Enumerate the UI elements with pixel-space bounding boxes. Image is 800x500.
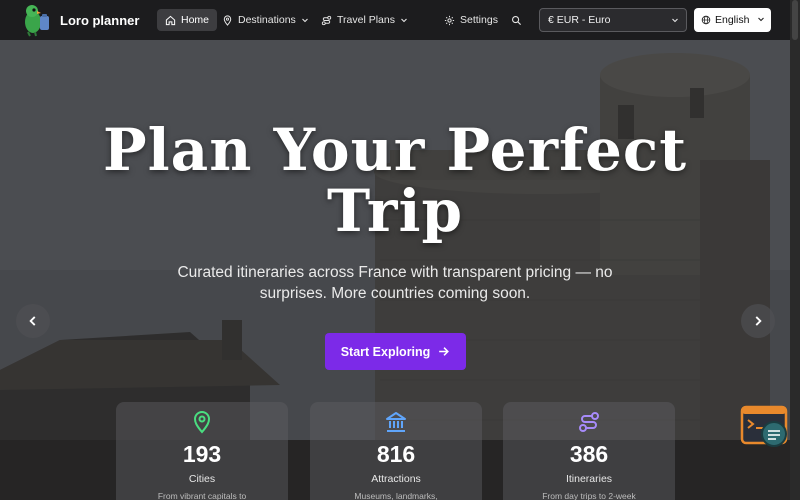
stat-value: 386 (569, 441, 609, 467)
stat-card-attractions: 816 Attractions Museums, landmarks, (310, 402, 482, 500)
route-icon (321, 15, 332, 25)
search-button[interactable] (505, 9, 533, 31)
map-pin-icon (193, 411, 211, 434)
chevron-down-icon (301, 18, 308, 23)
brand-link[interactable]: Loro planner (18, 2, 139, 38)
chevron-left-icon (29, 316, 36, 326)
hero-section: Plan Your Perfect Trip Curated itinerari… (0, 40, 790, 500)
scrollbar-thumb[interactable] (792, 0, 798, 40)
home-icon (165, 15, 176, 25)
currency-selected: € EUR - Euro (548, 14, 611, 26)
map-pin-icon (223, 14, 232, 26)
language-select[interactable]: English (694, 8, 771, 32)
nav-home[interactable]: Home (157, 9, 218, 31)
terminal-chat-icon (740, 405, 788, 447)
chevron-down-icon (401, 18, 407, 23)
nav-destinations[interactable]: Destinations (214, 9, 317, 31)
stat-label: Cities (188, 473, 216, 485)
nav-travel-plans-label: Travel Plans (337, 14, 395, 26)
globe-icon (701, 15, 711, 25)
language-selected: English (715, 14, 750, 26)
nav-settings[interactable]: Settings (436, 9, 506, 31)
stat-label: Attractions (371, 473, 421, 485)
start-exploring-label: Start Exploring (340, 344, 431, 359)
carousel-prev-button[interactable] (16, 304, 50, 338)
brand-name: Loro planner (60, 12, 140, 28)
stat-description: Museums, landmarks, (354, 491, 438, 500)
chevron-down-icon (672, 18, 678, 23)
hero-subtitle: Curated itineraries across France with t… (177, 264, 613, 302)
stat-description: From day trips to 2-week (542, 491, 636, 500)
stat-label: Itineraries (565, 473, 613, 485)
stat-card-itineraries: 386 Itineraries From day trips to 2-week (503, 402, 675, 500)
route-icon (579, 412, 599, 432)
search-icon (512, 15, 522, 25)
nav-travel-plans[interactable]: Travel Plans (313, 9, 416, 31)
gear-icon (444, 15, 455, 25)
hero-title: Plan Your Perfect Trip (102, 116, 688, 245)
stat-value: 193 (182, 441, 222, 467)
parrot-logo-icon (18, 2, 54, 38)
stat-description: From vibrant capitals to (157, 491, 247, 500)
stat-value: 816 (376, 441, 416, 467)
chevron-down-icon (758, 17, 764, 22)
arrow-right-icon (439, 347, 450, 356)
start-exploring-button[interactable]: Start Exploring (325, 333, 466, 370)
stat-card-cities: 193 Cities From vibrant capitals to (116, 402, 288, 500)
currency-select[interactable]: € EUR - Euro (539, 8, 687, 32)
nav-settings-label: Settings (460, 14, 498, 26)
nav-destinations-label: Destinations (238, 14, 296, 26)
page-scrollbar[interactable] (790, 0, 800, 500)
chat-widget-button[interactable] (740, 405, 790, 450)
nav-home-label: Home (181, 14, 210, 26)
carousel-next-button[interactable] (741, 304, 775, 338)
landmark-icon (386, 412, 406, 432)
chevron-right-icon (755, 316, 762, 326)
top-navbar: Loro planner Home Destinations Travel Pl… (0, 0, 790, 40)
